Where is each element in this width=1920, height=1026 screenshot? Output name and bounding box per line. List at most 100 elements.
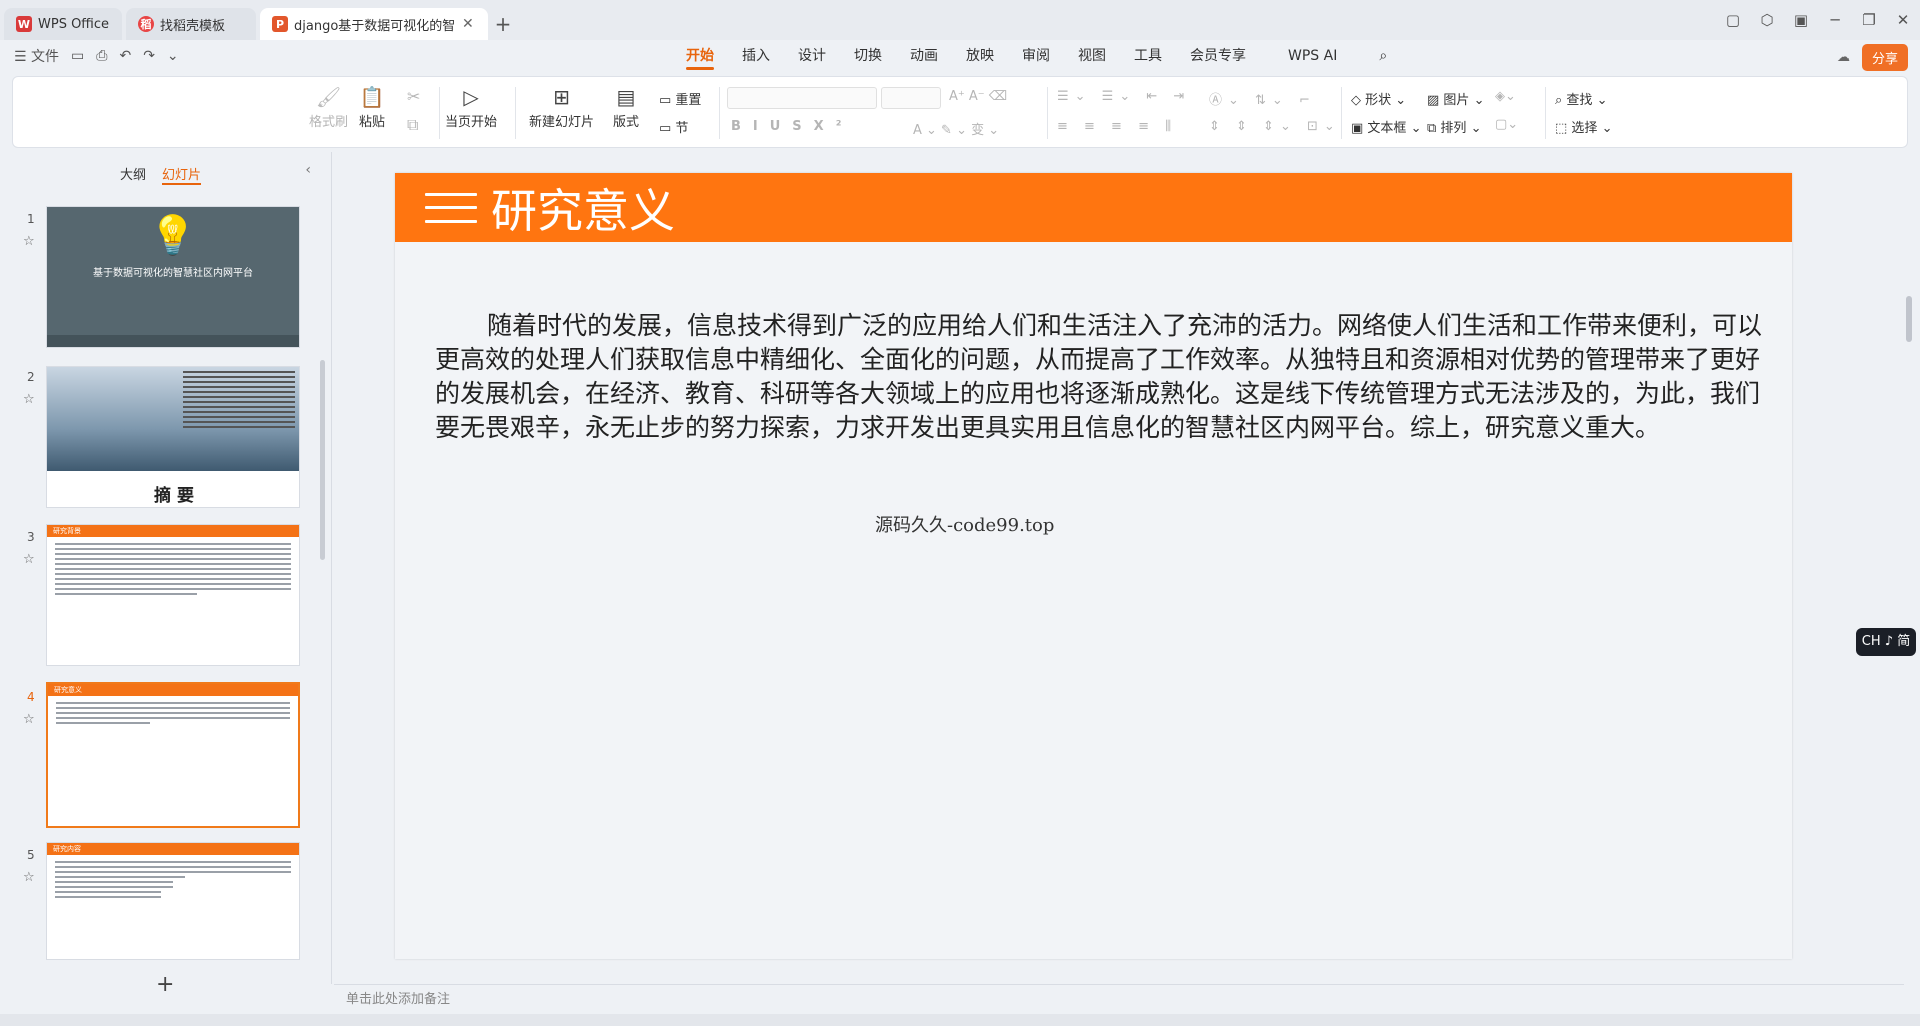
font-size-controls[interactable]: A⁺ A⁻ ⌫	[949, 89, 1007, 104]
panel-scrollbar[interactable]	[320, 360, 325, 560]
menu-icon[interactable]: ☰ 文件	[14, 46, 59, 66]
more-icon[interactable]: ⌄	[167, 48, 179, 64]
slide-body-text[interactable]: 随着时代的发展，信息技术得到广泛的应用给人们和生活注入了充沛的活力。网络使人们生…	[435, 309, 1765, 445]
new-slide-button[interactable]: ⊞ 新建幻灯片	[529, 83, 594, 130]
slide-thumbnail-1[interactable]: 💡 基于数据可视化的智慧社区内网平台	[46, 206, 300, 348]
box-icon[interactable]: ⬡	[1750, 11, 1784, 29]
tab-start[interactable]: 开始	[672, 40, 728, 72]
tab-tools[interactable]: 工具	[1120, 40, 1176, 72]
slide-thumbnail-3[interactable]: 研究背景	[46, 524, 300, 666]
thumb-text-lines	[183, 371, 295, 431]
line-spacing-buttons[interactable]: ⇕ ⇕ ⇕⌄ ⊡⌄	[1209, 119, 1341, 134]
tab-outline[interactable]: 大纲	[120, 164, 146, 185]
tab-view[interactable]: 视图	[1064, 40, 1120, 72]
arrange-label: 排列	[1440, 121, 1467, 136]
status-bar	[0, 1014, 1920, 1026]
tab-label: django基于数据可视化的智	[294, 18, 454, 34]
tab-current-document[interactable]: P django基于数据可视化的智 ✕	[260, 8, 488, 40]
tab-review[interactable]: 审阅	[1008, 40, 1064, 72]
search-icon[interactable]: ⌕	[1365, 40, 1401, 72]
window-controls: ▢ ⬡ ▣ ─ ❐ ✕	[1716, 0, 1920, 40]
arrange-button[interactable]: ⧉ 排列 ⌄	[1427, 117, 1481, 136]
restore-icon[interactable]: ❐	[1852, 11, 1886, 29]
section-button[interactable]: ▭ 节	[659, 117, 688, 136]
print-icon[interactable]: ⎙	[96, 48, 107, 64]
close-tab-icon[interactable]: ✕	[462, 16, 474, 32]
docer-icon: 稻	[138, 16, 154, 32]
slide-number: 3	[27, 530, 35, 544]
new-tab-button[interactable]: +	[488, 8, 518, 40]
notes-placeholder: 单击此处添加备注	[346, 992, 451, 1007]
text-direction-buttons[interactable]: Ⓐ⌄ ⇅⌄ ⌐	[1209, 89, 1316, 108]
tab-transition[interactable]: 切换	[840, 40, 896, 72]
font-family-select[interactable]	[727, 87, 877, 109]
notes-area[interactable]: 单击此处添加备注	[334, 984, 1904, 1014]
tab-wps-office[interactable]: W WPS Office	[4, 8, 122, 40]
collapse-panel-icon[interactable]: ‹	[305, 162, 311, 178]
font-color-button[interactable]: A ⌄ ✎ ⌄ 变 ⌄	[913, 119, 999, 138]
menu-bar: ☰ 文件 ▭ ⎙ ↶ ↷ ⌄ 开始 插入 设计 切换 动画 放映 审阅 视图 工…	[0, 40, 1920, 72]
text-format-buttons[interactable]: BIUSX²	[731, 119, 853, 134]
add-slide-icon[interactable]: +	[156, 972, 174, 997]
new-slide-label: 新建幻灯片	[529, 115, 595, 130]
share-button[interactable]: 分享	[1861, 44, 1908, 71]
shape-button[interactable]: ◇ 形状 ⌄	[1351, 89, 1406, 108]
layout-icon[interactable]: ▢	[1716, 11, 1750, 29]
section-label: 节	[675, 121, 689, 136]
thumb-title: 研究意义	[48, 684, 298, 696]
menu-lines-icon	[425, 192, 477, 223]
minimize-icon[interactable]: ─	[1818, 11, 1852, 29]
avatar[interactable]: ▣	[1784, 11, 1818, 29]
play-from-current-label: 当页开始	[445, 115, 498, 130]
separator	[719, 87, 720, 139]
ribbon-toolbar: 🖌 格式刷 📋 粘贴 ✂ ⧉ ▷ 当页开始 ⊞ 新建幻灯片 ▤ 版式 ▭ 重置 …	[12, 76, 1908, 148]
tab-slides[interactable]: 幻灯片	[162, 164, 202, 185]
slide-title[interactable]: 研究意义	[491, 175, 675, 241]
textbox-button[interactable]: ▣ 文本框 ⌄	[1351, 117, 1421, 136]
textbox-label: 文本框	[1367, 121, 1407, 136]
separator	[1341, 87, 1342, 139]
undo-icon[interactable]: ↶	[119, 48, 131, 64]
redo-icon[interactable]: ↷	[143, 48, 155, 64]
paste-button[interactable]: 📋 粘贴	[359, 83, 385, 130]
ime-indicator[interactable]: CH ♪ 简	[1856, 628, 1916, 656]
copy-icon[interactable]: ⧉	[407, 115, 418, 135]
font-size-select[interactable]	[881, 87, 941, 109]
share-label: 分享	[1871, 52, 1898, 67]
find-button[interactable]: ⌕ 查找 ⌄	[1555, 89, 1607, 108]
star-icon[interactable]: ☆	[23, 712, 35, 727]
slide-thumbnail-4[interactable]: 研究意义	[46, 682, 300, 828]
paragraph-list-buttons[interactable]: ☰⌄ ☰⌄ ⇤ ⇥	[1057, 89, 1190, 104]
tab-animation[interactable]: 动画	[896, 40, 952, 72]
slide-thumbnail-5[interactable]: 研究内容	[46, 842, 300, 960]
tab-slideshow[interactable]: 放映	[952, 40, 1008, 72]
paragraph-align-buttons[interactable]: ≡ ≡ ≡ ≡ ⫼	[1057, 119, 1177, 134]
slide-canvas[interactable]: 研究意义 随着时代的发展，信息技术得到广泛的应用给人们和生活注入了充沛的活力。网…	[395, 173, 1792, 959]
outline-button[interactable]: ▢⌄	[1495, 117, 1518, 132]
layout-icon: ▤	[616, 85, 636, 109]
format-painter-button[interactable]: 🖌 格式刷	[309, 83, 348, 130]
reset-button[interactable]: ▭ 重置	[659, 89, 701, 108]
layout-button[interactable]: ▤ 版式	[613, 83, 639, 130]
tab-member[interactable]: 会员专享	[1176, 40, 1260, 72]
slide-thumbnail-2[interactable]: 摘 要	[46, 366, 300, 508]
star-icon[interactable]: ☆	[23, 552, 35, 567]
play-from-current-button[interactable]: ▷ 当页开始	[445, 83, 497, 130]
save-icon[interactable]: ▭	[71, 48, 84, 64]
wps-ai-button[interactable]: WPS AI	[1260, 40, 1365, 72]
cut-icon[interactable]: ✂	[407, 87, 420, 106]
slide-source-text[interactable]: 源码久久-code99.top	[875, 511, 1054, 537]
select-button[interactable]: ⬚ 选择 ⌄	[1555, 117, 1612, 136]
canvas-scrollbar[interactable]	[1906, 296, 1912, 342]
star-icon[interactable]: ☆	[23, 234, 35, 249]
tab-design[interactable]: 设计	[784, 40, 840, 72]
tab-insert[interactable]: 插入	[728, 40, 784, 72]
tab-docer[interactable]: 稻 找稻壳模板	[126, 8, 256, 40]
star-icon[interactable]: ☆	[23, 392, 35, 407]
picture-button[interactable]: ▨ 图片 ⌄	[1427, 89, 1484, 108]
star-icon[interactable]: ☆	[23, 870, 35, 885]
close-icon[interactable]: ✕	[1886, 11, 1920, 29]
cloud-upload-icon[interactable]: ☁	[1837, 50, 1850, 65]
fill-button[interactable]: ◈⌄	[1495, 89, 1516, 104]
new-slide-icon: ⊞	[553, 85, 570, 109]
